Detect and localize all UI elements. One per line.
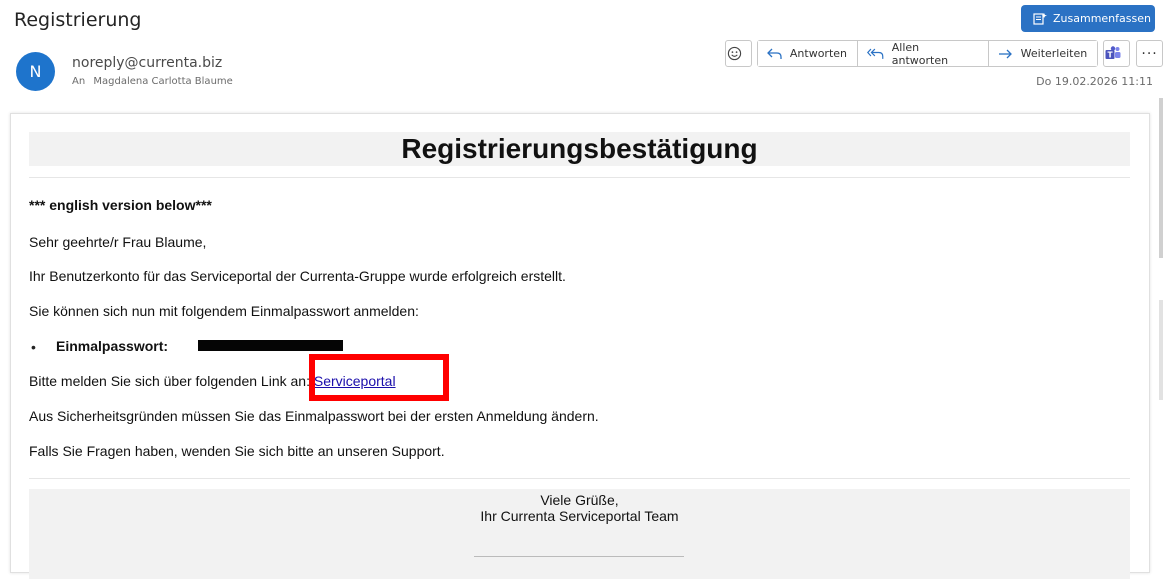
reply-all-button[interactable]: Allen antworten — [858, 40, 989, 67]
reply-label: Antworten — [789, 47, 848, 60]
scrollbar[interactable] — [1159, 98, 1163, 258]
account-created-line: Ihr Benutzerkonto für das Serviceportal … — [29, 268, 566, 284]
login-prefix: Bitte melden Sie sich über folgenden Lin… — [29, 373, 310, 389]
reply-all-icon — [867, 48, 884, 59]
more-actions-button[interactable]: ··· — [1136, 40, 1163, 67]
password-label: Einmalpasswort: — [56, 338, 169, 354]
email-heading-band: Registrierungsbestätigung — [29, 132, 1130, 166]
greeting: Sehr geehrte/r Frau Blaume, — [29, 234, 207, 250]
divider — [29, 177, 1130, 178]
reply-button-group: Antworten Allen antworten Weiterleiten — [756, 40, 1099, 67]
forward-button[interactable]: Weiterleiten — [988, 41, 1098, 66]
to-label: An — [72, 76, 86, 87]
message-toolbar: Antworten Allen antworten Weiterleiten T — [725, 40, 1163, 67]
recipient-name[interactable]: Magdalena Carlotta Blaume — [93, 76, 232, 87]
bullet-dot: • — [31, 339, 36, 355]
english-note-text: *** english version below*** — [29, 197, 212, 213]
sender-address[interactable]: noreply@currenta.biz — [72, 55, 222, 71]
scrollbar-track[interactable] — [1159, 300, 1163, 400]
forward-label: Weiterleiten — [1020, 47, 1088, 60]
reply-button[interactable]: Antworten — [757, 41, 859, 66]
recipient-line: An Magdalena Carlotta Blaume — [72, 76, 233, 87]
signature-divider — [474, 556, 684, 557]
forward-icon — [998, 49, 1012, 58]
teams-button[interactable]: T — [1103, 40, 1131, 67]
support-line: Falls Sie Fragen haben, wenden Sie sich … — [29, 443, 445, 459]
email-subject: Registrierung — [14, 9, 142, 31]
reaction-button[interactable] — [725, 40, 752, 67]
highlight-box — [309, 354, 449, 401]
summarize-label: Zusammenfassen — [1053, 12, 1151, 25]
english-note: *** english version below*** — [29, 197, 212, 213]
divider — [29, 478, 1130, 479]
security-line: Aus Sicherheitsgründen müssen Sie das Ei… — [29, 408, 599, 424]
avatar[interactable]: N — [16, 52, 55, 91]
reply-icon — [766, 48, 782, 59]
signature-band: Viele Grüße, Ihr Currenta Serviceportal … — [29, 489, 1130, 579]
closing-team: Ihr Currenta Serviceportal Team — [480, 508, 679, 524]
summarize-button[interactable]: Zusammenfassen — [1021, 5, 1155, 32]
email-body: Registrierungsbestätigung *** english ve… — [10, 113, 1150, 579]
received-date: Do 19.02.2026 11:11 — [1036, 75, 1153, 88]
password-intro-line: Sie können sich nun mit folgendem Einmal… — [29, 303, 419, 319]
svg-text:T: T — [1107, 51, 1113, 60]
summarize-icon — [1033, 12, 1047, 25]
redacted-password — [198, 340, 343, 351]
email-heading: Registrierungsbestätigung — [401, 133, 758, 164]
closing-greeting: Viele Grüße, — [540, 492, 619, 508]
reply-all-label: Allen antworten — [891, 40, 949, 67]
teams-icon: T — [1105, 46, 1121, 60]
smiley-icon — [727, 46, 742, 61]
